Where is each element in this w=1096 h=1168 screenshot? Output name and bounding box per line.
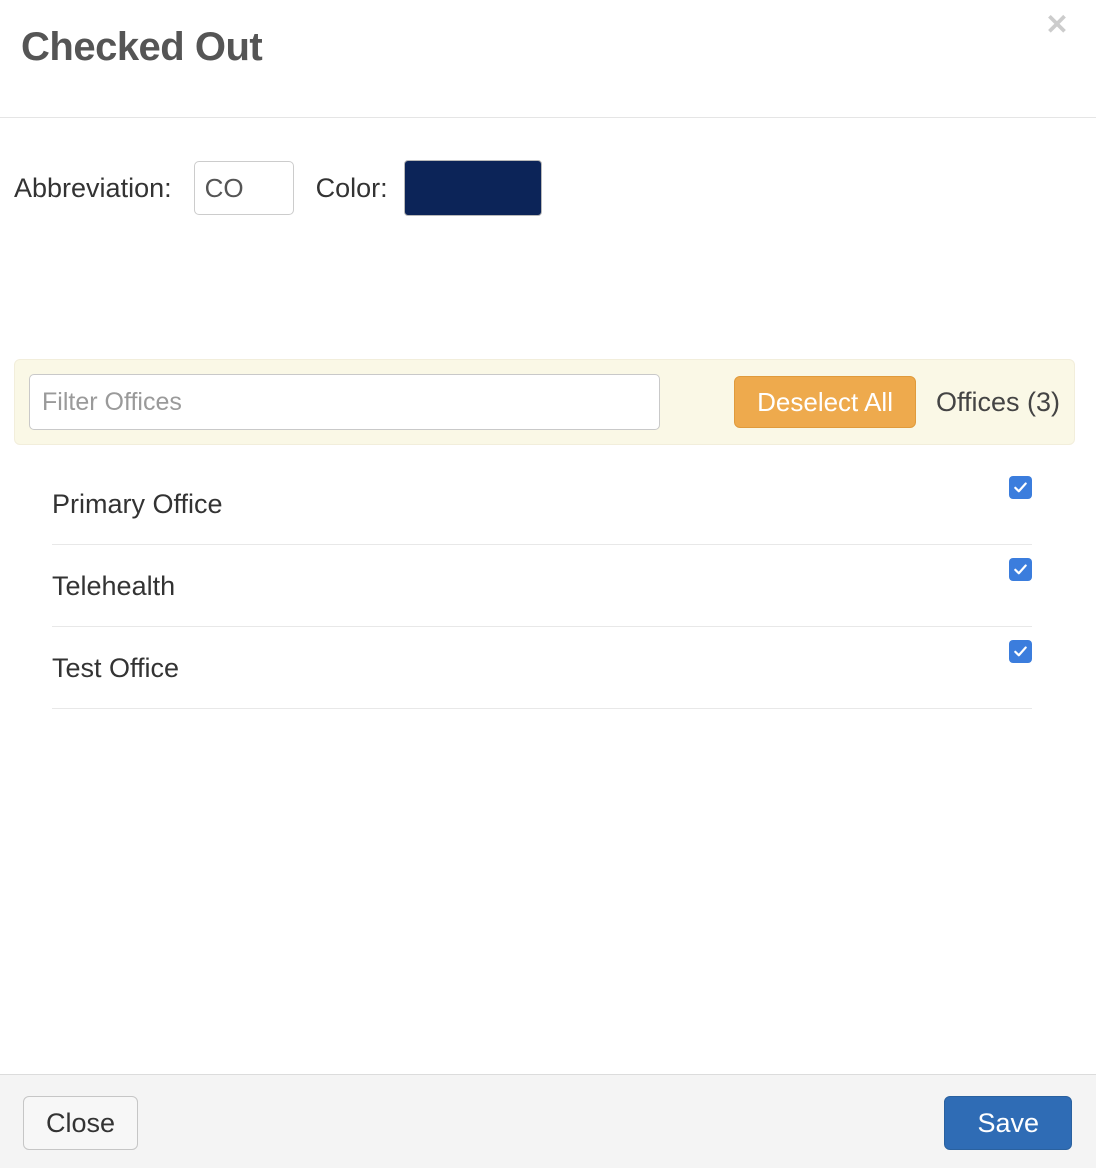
office-name: Primary Office [52,488,223,519]
color-swatch[interactable] [403,160,542,216]
office-row-telehealth[interactable]: Telehealth [52,545,1032,627]
offices-count-label: Offices (3) [935,387,1060,417]
office-row-primary-office[interactable]: Primary Office [52,463,1032,545]
office-list: Primary Office Telehealth Test Office [52,463,1032,709]
close-icon[interactable]: ✕ [1042,10,1072,40]
color-label: Color: [315,173,388,203]
modal-footer: Close Save [0,1074,1096,1168]
office-name: Test Office [52,652,180,683]
modal-header: Checked Out ✕ [0,0,1096,118]
attribute-row: Abbreviation: Color: [0,153,1096,223]
checked-out-modal: Checked Out ✕ Abbreviation: Color: Desel… [0,0,1096,1168]
abbreviation-input[interactable] [193,161,294,215]
deselect-all-button[interactable]: Deselect All [734,376,916,428]
modal-body: Abbreviation: Color: Deselect All Office… [0,118,1096,1074]
abbreviation-label: Abbreviation: [14,173,172,203]
filter-panel: Deselect All Offices (3) [14,359,1075,445]
office-name: Telehealth [52,570,176,601]
office-checkbox[interactable] [1009,640,1032,663]
page-title: Checked Out [21,25,263,69]
office-checkbox[interactable] [1009,476,1032,499]
save-button[interactable]: Save [944,1096,1072,1150]
close-button[interactable]: Close [23,1096,139,1150]
office-checkbox[interactable] [1009,558,1032,581]
office-row-test-office[interactable]: Test Office [52,627,1032,709]
filter-offices-input[interactable] [29,374,661,430]
